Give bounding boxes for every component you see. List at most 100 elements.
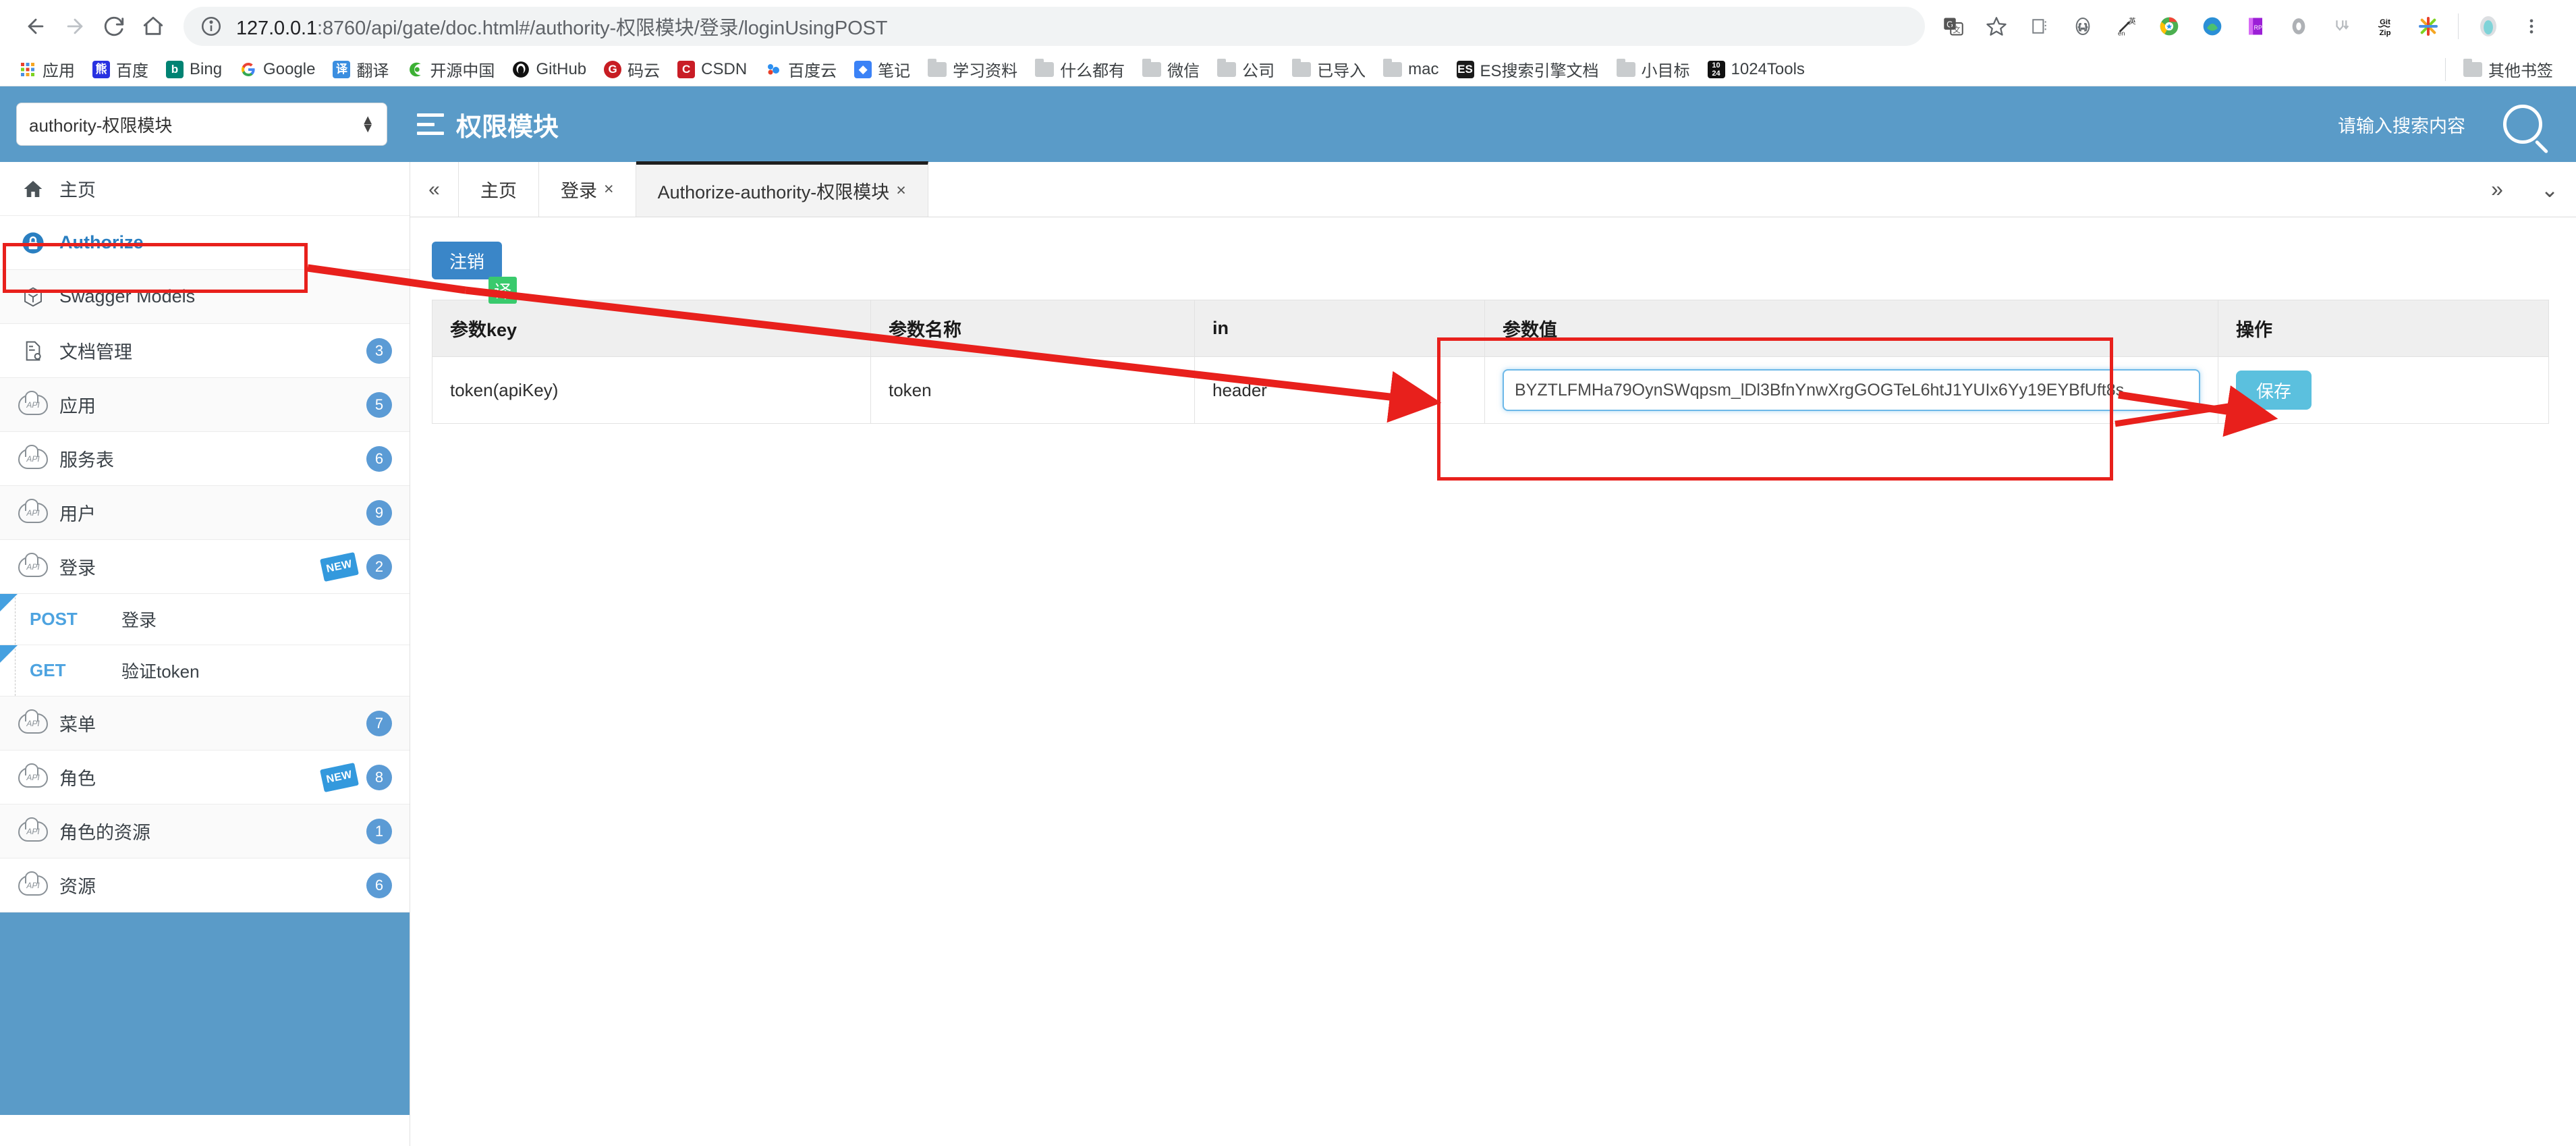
double-chevron-left-icon[interactable]: « xyxy=(410,162,459,217)
bookmark-folder-company[interactable]: 公司 xyxy=(1210,55,1281,83)
double-chevron-right-icon[interactable]: » xyxy=(2471,162,2523,217)
save-button[interactable]: 保存 xyxy=(2236,371,2312,410)
hamburger-menu-icon[interactable] xyxy=(417,113,444,135)
sidebar-item-label: Authorize xyxy=(59,232,144,252)
sidebar-item-label: 主页 xyxy=(59,180,96,200)
sidebar-item-application[interactable]: API 应用 5 xyxy=(0,378,410,432)
sidebar-api-post-login[interactable]: POST 登录 xyxy=(0,594,410,645)
note-icon: ◆ xyxy=(854,60,872,78)
gitzip-extension-icon[interactable]: Git Zip xyxy=(2367,8,2403,45)
browser-chrome: 127.0.0.1:8760/api/gate/doc.html#/author… xyxy=(0,0,2576,86)
doc-settings-icon xyxy=(18,340,49,362)
api-cloud-icon: API xyxy=(18,390,49,415)
table-header-row: 参数key 参数名称 in 参数值 操作 xyxy=(432,300,2549,357)
bookmark-bing[interactable]: b Bing xyxy=(159,58,229,81)
tab-label: 主页 xyxy=(480,181,517,201)
baiduyun-icon xyxy=(764,61,782,78)
cell-in: header xyxy=(1194,356,1485,424)
sidebar-api-get-verify-token[interactable]: GET 验证token xyxy=(0,645,410,697)
colorful-star-extension-icon[interactable] xyxy=(2410,8,2446,45)
other-bookmarks-folder[interactable]: 其他书签 xyxy=(2457,55,2560,83)
sidebar-badge-count: 6 xyxy=(366,445,392,472)
sidebar-footer-fill xyxy=(0,912,410,1115)
folder-icon xyxy=(1616,58,1635,77)
folder-icon xyxy=(1035,58,1055,77)
close-icon[interactable]: × xyxy=(604,180,614,199)
bookmark-apps[interactable]: 应用 xyxy=(12,55,82,83)
bookmarks-divider xyxy=(2445,57,2446,81)
tab-login[interactable]: 登录 × xyxy=(539,162,636,217)
sidebar-item-role[interactable]: API 角色 NEW 8 xyxy=(0,751,410,804)
csdn-icon: C xyxy=(677,60,696,78)
sidebar-badge-count: 3 xyxy=(366,337,392,364)
folder-icon xyxy=(1217,58,1237,77)
sidebar-item-service-table[interactable]: API 服务表 6 xyxy=(0,432,410,486)
translate-badge-icon[interactable]: 译 xyxy=(488,277,517,304)
sidebar-item-login[interactable]: API 登录 NEW 2 xyxy=(0,540,410,594)
bookmark-oschina[interactable]: 开源中国 xyxy=(399,55,501,83)
http-method-label: GET xyxy=(30,660,66,680)
bookmark-folder-wechat[interactable]: 微信 xyxy=(1136,55,1206,83)
bookmark-github[interactable]: GitHub xyxy=(505,58,593,81)
double-chevron-down-icon[interactable]: ⌄ xyxy=(2523,162,2576,217)
oval-extension-icon[interactable] xyxy=(2280,8,2317,45)
token-input[interactable]: BYZTLFMHa79OynSWqpsm_lDl3BfnYnwXrgGOGTeL… xyxy=(1503,369,2200,411)
page-title: 权限模块 xyxy=(417,106,559,143)
bookmark-folder-mac[interactable]: mac xyxy=(1376,58,1445,81)
bookmark-es-docs[interactable]: ES ES搜索引擎文档 xyxy=(1450,55,1606,83)
extension-reader-icon[interactable] xyxy=(2021,8,2058,45)
bookmark-1024tools[interactable]: 10 24 1024Tools xyxy=(1701,58,1812,81)
bookmark-label: mac xyxy=(1408,59,1439,78)
bookmark-folder-goal[interactable]: 小目标 xyxy=(1610,55,1697,83)
close-icon[interactable]: × xyxy=(896,181,906,200)
search-icon[interactable] xyxy=(2503,105,2542,144)
bookmark-google[interactable]: Google xyxy=(233,58,322,81)
json-viewer-icon[interactable]: {..} xyxy=(2065,8,2101,45)
sidebar-item-doc-management[interactable]: 文档管理 3 xyxy=(0,324,410,378)
sidebar-item-resource[interactable]: API 资源 6 xyxy=(0,858,410,912)
bookmark-gitee[interactable]: G 码云 xyxy=(597,55,667,83)
logout-button[interactable]: 注销 xyxy=(432,242,502,279)
chrome-menu-icon[interactable] xyxy=(2513,8,2550,45)
back-icon[interactable] xyxy=(16,7,55,46)
tab-home[interactable]: 主页 xyxy=(459,162,539,217)
bookmark-folder-everything[interactable]: 什么都有 xyxy=(1028,55,1131,83)
bookmark-folder-study[interactable]: 学习资料 xyxy=(921,55,1024,83)
sidebar-item-label: 菜单 xyxy=(59,715,96,735)
profile-avatar-icon[interactable] xyxy=(2470,8,2507,45)
markdown-extension-icon[interactable] xyxy=(2324,8,2360,45)
bookmark-star-icon[interactable] xyxy=(1978,8,2015,45)
bookmark-baidu[interactable]: 熊 百度 xyxy=(86,55,155,83)
svg-text:Git: Git xyxy=(2380,18,2390,26)
rp-extension-icon[interactable]: RP xyxy=(2237,8,2274,45)
bookmark-csdn[interactable]: C CSDN xyxy=(671,58,754,81)
info-circle-icon[interactable] xyxy=(200,15,223,38)
search-placeholder-text[interactable]: 请输入搜索内容 xyxy=(2338,111,2465,138)
sidebar-item-swagger-models[interactable]: Swagger Models xyxy=(0,270,410,324)
bookmark-note[interactable]: ◆ 笔记 xyxy=(847,55,917,83)
sidebar-item-menu[interactable]: API 菜单 7 xyxy=(0,697,410,751)
api-cloud-icon: API xyxy=(18,763,49,788)
toolbar-divider xyxy=(2458,13,2459,39)
address-bar[interactable]: 127.0.0.1:8760/api/gate/doc.html#/author… xyxy=(184,7,1925,46)
sidebar-badge-count: 8 xyxy=(366,764,392,790)
sidebar-item-home[interactable]: 主页 xyxy=(0,162,410,216)
bookmark-label: 已导入 xyxy=(1317,62,1366,80)
translate-en-icon[interactable]: 英 en xyxy=(2108,8,2144,45)
bookmark-folder-imported[interactable]: 已导入 xyxy=(1285,55,1372,83)
sidebar-item-user[interactable]: API 用户 9 xyxy=(0,486,410,540)
sidebar-item-authorize[interactable]: Authorize xyxy=(0,216,410,270)
google-translate-icon[interactable]: G文 xyxy=(1935,8,1971,45)
bookmark-translate[interactable]: 译 翻译 xyxy=(326,55,395,83)
chrome-extension-icon[interactable] xyxy=(2151,8,2187,45)
tab-authorize[interactable]: Authorize-authority-权限模块 × xyxy=(636,161,928,217)
api-cloud-icon: API xyxy=(18,498,49,523)
service-select[interactable]: authority-权限模块 ▲ ▼ xyxy=(16,103,387,146)
home-icon[interactable] xyxy=(134,7,173,46)
globe-extension-icon[interactable] xyxy=(2194,8,2231,45)
reload-icon[interactable] xyxy=(94,7,134,46)
sidebar-item-role-resource[interactable]: API 角色的资源 1 xyxy=(0,804,410,858)
url-path: :8760/api/gate/doc.html#/authority-权限模块/… xyxy=(317,18,888,39)
bookmark-baiduyun[interactable]: 百度云 xyxy=(758,55,843,83)
forward-icon[interactable] xyxy=(55,7,94,46)
